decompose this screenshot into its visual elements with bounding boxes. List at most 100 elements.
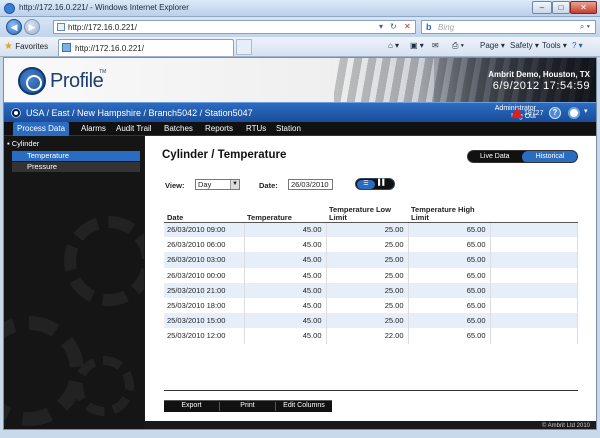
menu-process-data[interactable]: Process Data [13, 122, 70, 136]
tools-menu[interactable]: Tools ▾ [542, 41, 567, 50]
table-view-icon[interactable]: ☰ [357, 180, 375, 189]
settings-icon[interactable] [568, 107, 580, 119]
historical-option[interactable]: Historical [522, 151, 577, 162]
menu-alarms[interactable]: Alarms [81, 124, 106, 133]
client-name: Ambrit Demo, Houston, TX [488, 70, 590, 79]
cell-low-limit: 25.00 [326, 222, 409, 238]
column-header-high-limit[interactable]: Temperature High Limit [408, 202, 490, 223]
menu-rtus[interactable]: RTUs [246, 124, 266, 133]
mail-icon[interactable]: ✉ [432, 41, 439, 50]
cell-temperature: 45.00 [244, 328, 327, 344]
table-row: 25/03/2010 18:00 45.00 25.00 65.00 [164, 297, 578, 314]
menu-audit-trail[interactable]: Audit Trail [116, 124, 152, 133]
column-header-empty [490, 202, 578, 223]
cell-temperature: 45.00 [244, 267, 327, 283]
forward-button[interactable]: ▶ [24, 19, 40, 35]
view-label: View: [165, 181, 185, 190]
cell-temperature: 45.00 [244, 222, 327, 238]
cell-high-limit: 65.00 [408, 328, 491, 344]
sidebar-group-label: Cylinder [11, 139, 40, 148]
table-row: 25/03/2010 21:00 45.00 25.00 65.00 [164, 282, 578, 298]
cell-temperature: 45.00 [244, 282, 327, 298]
alarm-count[interactable]: 19727 [524, 110, 543, 117]
table-row: 26/03/2010 00:00 45.00 25.00 65.00 [164, 267, 578, 283]
maximize-button[interactable]: □ [552, 1, 570, 14]
table-row: 25/03/2010 12:00 45.00 22.00 65.00 [164, 328, 578, 344]
star-icon: ★ [4, 41, 13, 52]
safety-menu[interactable]: Safety ▾ [510, 41, 539, 50]
location-icon[interactable] [11, 108, 21, 118]
cell-temperature: 45.00 [244, 252, 327, 268]
cell-temperature: 45.00 [244, 313, 327, 329]
current-datetime: 6/9/2012 17:54:59 [492, 80, 590, 92]
tab-favicon-icon [62, 43, 71, 52]
menu-station[interactable]: Station [276, 124, 301, 133]
column-header-temperature[interactable]: Temperature [244, 202, 326, 223]
copyright-footer: © Ambrit Ltd 2010 [145, 421, 596, 429]
favorites-bar: ★ Favorites http://172.16.0.221/ ⌂ ▾ ▣ ▾… [0, 37, 600, 57]
main-menu: Process Data Alarms Audit Trail Batches … [4, 122, 596, 136]
cell-empty [490, 267, 578, 283]
feeds-icon[interactable]: ▣ ▾ [410, 41, 424, 50]
export-button[interactable]: Export [164, 402, 219, 409]
address-bar[interactable]: http://172.16.0.221/ ▾ ↻ ✕ [53, 20, 416, 34]
sidebar-item-temperature[interactable]: Temperature [12, 151, 140, 161]
compat-icon[interactable]: ▾ [379, 22, 383, 31]
date-label: Date: [259, 181, 278, 190]
settings-dropdown-icon[interactable]: ▾ [584, 107, 588, 115]
help-menu-icon[interactable]: ? ▾ [572, 41, 583, 50]
cell-empty [490, 252, 578, 268]
main-panel: Cylinder / Temperature Live Data Histori… [145, 136, 596, 421]
profile-logo-icon [18, 67, 46, 95]
page-title: Cylinder / Temperature [162, 149, 287, 161]
search-icon[interactable]: ⌕ ▾ [580, 22, 590, 32]
date-input[interactable]: 26/03/2010 [288, 179, 333, 190]
print-button[interactable]: Print [220, 402, 275, 409]
column-header-date[interactable]: Date [164, 202, 244, 223]
column-header-low-limit[interactable]: Temperature Low Limit [326, 202, 408, 223]
back-button[interactable]: ◀ [6, 19, 22, 35]
sidebar-group-cylinder[interactable]: ▪ Cylinder [7, 139, 144, 149]
live-data-option[interactable]: Live Data [480, 153, 510, 160]
new-tab-button[interactable] [236, 39, 252, 55]
chevron-down-icon: ▼ [230, 180, 239, 189]
view-select-value: Day [198, 180, 212, 189]
page-icon [57, 23, 65, 31]
favorites-button[interactable]: ★ Favorites [4, 41, 48, 52]
cell-low-limit: 25.00 [326, 313, 409, 329]
menu-batches[interactable]: Batches [164, 124, 193, 133]
sidebar-item-pressure[interactable]: Pressure [12, 162, 140, 172]
alarm-icon[interactable] [511, 107, 523, 118]
cog-decoration [74, 356, 134, 416]
table-chart-toggle[interactable]: ☰ ▌▌ [355, 178, 395, 190]
page-menu[interactable]: Page ▾ [480, 41, 505, 50]
table-row: 26/03/2010 03:00 45.00 25.00 65.00 [164, 252, 578, 268]
close-button[interactable]: ✕ [570, 1, 597, 14]
cell-date: 25/03/2010 12:00 [164, 328, 245, 344]
cell-empty [490, 222, 578, 238]
minimize-button[interactable]: – [532, 1, 552, 14]
browser-tab[interactable]: http://172.16.0.221/ [58, 39, 234, 56]
stop-icon[interactable]: ✕ [404, 22, 411, 31]
cell-high-limit: 65.00 [408, 222, 491, 238]
table-row: 26/03/2010 09:00 45.00 25.00 65.00 [164, 222, 578, 238]
chart-view-icon[interactable]: ▌▌ [378, 180, 387, 186]
search-input[interactable]: b Bing ⌕ ▾ [421, 20, 596, 34]
menu-reports[interactable]: Reports [205, 124, 233, 133]
edit-columns-button[interactable]: Edit Columns [276, 402, 332, 409]
cell-high-limit: 65.00 [408, 313, 491, 329]
bing-icon: b [426, 22, 432, 32]
print-icon[interactable]: ⎙ ▾ [452, 41, 464, 51]
breadcrumb-bar: USA / East / New Hampshire / Branch5042 … [4, 102, 596, 122]
app-header: Profile TM Ambrit Demo, Houston, TX 6/9/… [4, 58, 596, 102]
cell-empty [490, 237, 578, 253]
data-mode-toggle[interactable]: Live Data Historical [467, 150, 578, 163]
home-icon[interactable]: ⌂ ▾ [388, 41, 399, 50]
cell-empty [490, 313, 578, 329]
cell-low-limit: 25.00 [326, 252, 409, 268]
view-select[interactable]: Day ▼ [195, 179, 240, 190]
action-toolbar: Export Print Edit Columns [164, 400, 332, 412]
help-icon[interactable]: ? [549, 107, 561, 119]
breadcrumb[interactable]: USA / East / New Hampshire / Branch5042 … [26, 108, 253, 118]
refresh-icon[interactable]: ↻ [390, 22, 397, 31]
